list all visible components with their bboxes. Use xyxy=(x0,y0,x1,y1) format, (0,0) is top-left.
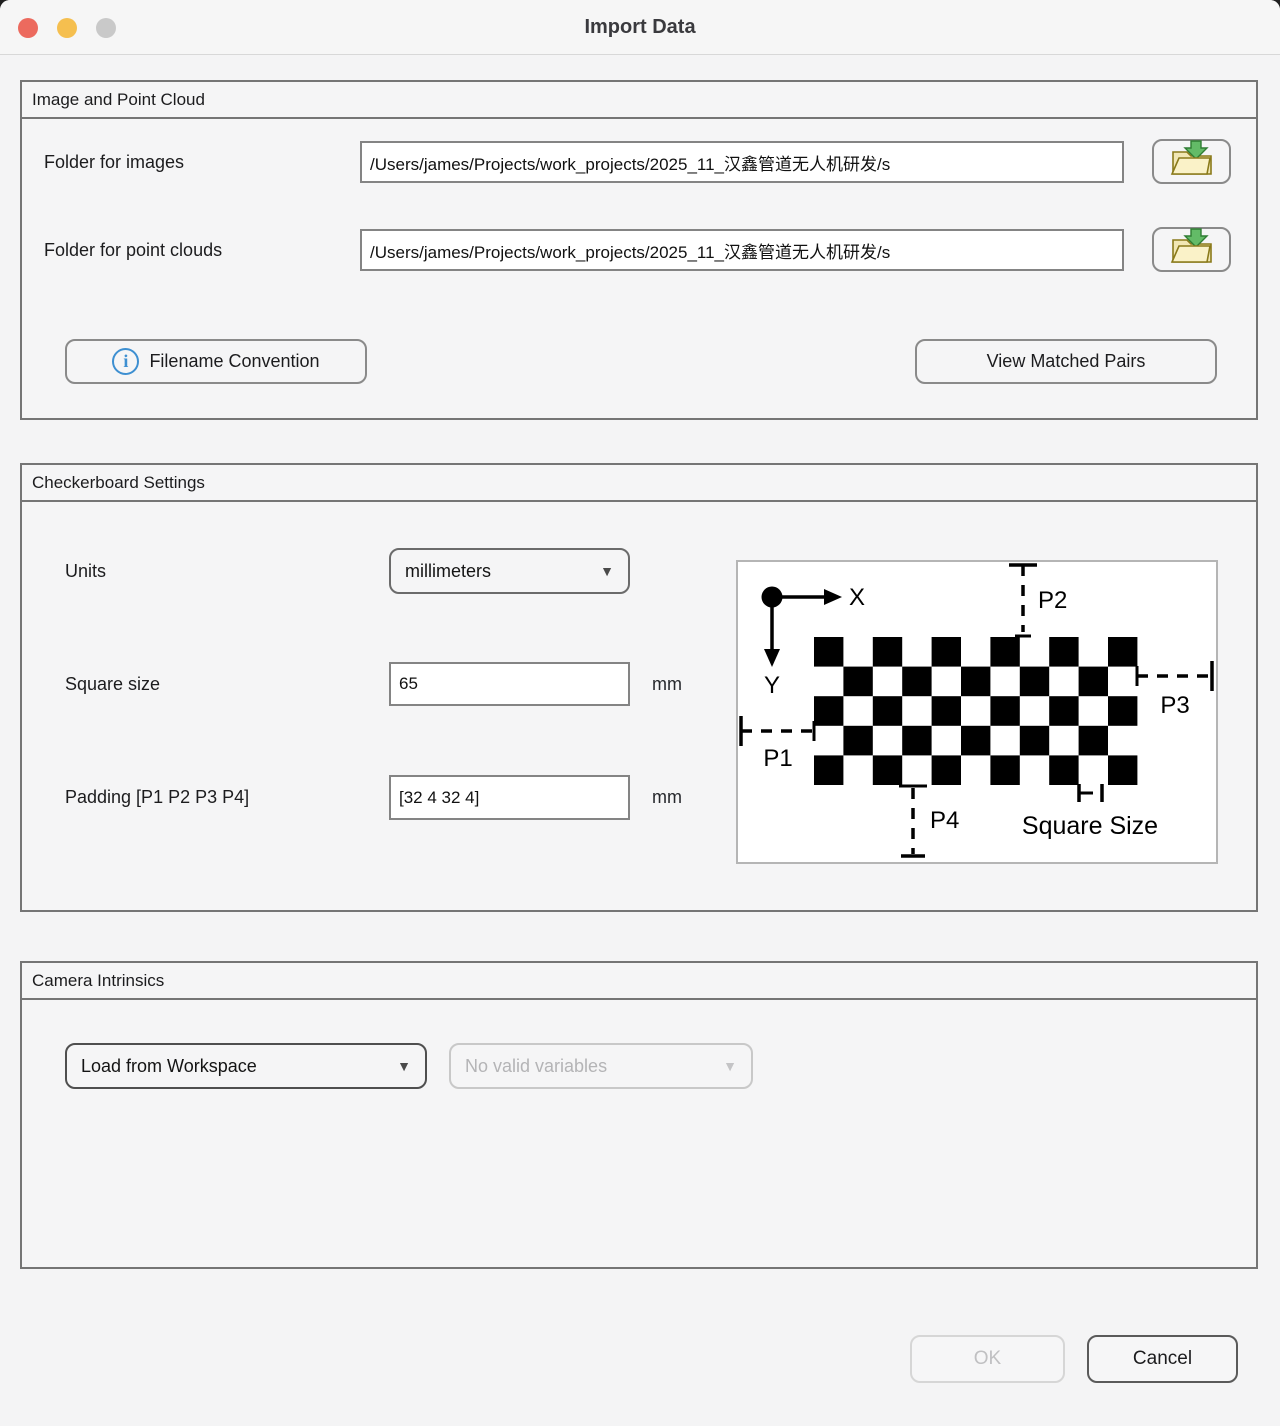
square-size-label: Square size xyxy=(65,662,160,706)
checkerboard-settings-panel: Checkerboard Settings Units millimeters … xyxy=(20,463,1258,912)
units-dropdown[interactable]: millimeters ▼ xyxy=(389,548,630,594)
chevron-down-icon: ▼ xyxy=(397,1058,411,1074)
folder-import-icon xyxy=(1169,139,1215,184)
info-icon: i xyxy=(112,348,139,375)
panel-title-checkerboard-settings: Checkerboard Settings xyxy=(22,465,1256,502)
intrinsics-source-value: Load from Workspace xyxy=(81,1056,257,1077)
folder-for-point-clouds-label: Folder for point clouds xyxy=(44,229,222,271)
image-point-cloud-panel: Image and Point Cloud Folder for images … xyxy=(20,80,1258,420)
diagram-x-axis-label: X xyxy=(849,584,865,611)
diagram-y-axis-label: Y xyxy=(764,672,780,699)
checkerboard-diagram: X Y P2 P3 P1 xyxy=(736,560,1218,864)
filename-convention-label: Filename Convention xyxy=(149,351,319,372)
folder-for-images-input[interactable] xyxy=(360,141,1124,183)
ok-button[interactable]: OK xyxy=(910,1335,1065,1383)
square-size-unit-label: mm xyxy=(652,662,682,706)
intrinsics-variables-value: No valid variables xyxy=(465,1056,607,1077)
diagram-p4-label: P4 xyxy=(930,807,959,834)
padding-label: Padding [P1 P2 P3 P4] xyxy=(65,775,249,820)
cancel-button-label: Cancel xyxy=(1133,1348,1192,1370)
padding-unit-label: mm xyxy=(652,775,682,820)
units-dropdown-value: millimeters xyxy=(405,561,491,582)
diagram-p2-label: P2 xyxy=(1038,587,1067,614)
window-title: Import Data xyxy=(0,0,1280,55)
intrinsics-source-dropdown[interactable]: Load from Workspace ▼ xyxy=(65,1043,427,1089)
browse-images-folder-button[interactable] xyxy=(1152,139,1231,184)
diagram-square-size-label: Square Size xyxy=(1022,812,1158,840)
checkerboard-diagram-svg: X Y P2 P3 P1 xyxy=(738,562,1216,862)
title-bar: Import Data xyxy=(0,0,1280,55)
import-data-dialog: Import Data Image and Point Cloud Folder… xyxy=(0,0,1280,1426)
folder-for-point-clouds-input[interactable] xyxy=(360,229,1124,271)
intrinsics-variables-dropdown[interactable]: No valid variables ▼ xyxy=(449,1043,753,1089)
units-label: Units xyxy=(65,548,106,594)
chevron-down-icon: ▼ xyxy=(600,563,614,579)
cancel-button[interactable]: Cancel xyxy=(1087,1335,1238,1383)
browse-point-clouds-folder-button[interactable] xyxy=(1152,227,1231,272)
folder-for-images-label: Folder for images xyxy=(44,141,184,183)
diagram-p1-label: P1 xyxy=(763,745,792,772)
square-size-input[interactable] xyxy=(389,662,630,706)
view-matched-pairs-button[interactable]: View Matched Pairs xyxy=(915,339,1217,384)
diagram-p3-label: P3 xyxy=(1160,692,1189,719)
view-matched-pairs-label: View Matched Pairs xyxy=(987,351,1146,372)
folder-import-icon xyxy=(1169,227,1215,272)
filename-convention-button[interactable]: i Filename Convention xyxy=(65,339,367,384)
chevron-down-icon: ▼ xyxy=(723,1058,737,1074)
camera-intrinsics-panel: Camera Intrinsics Load from Workspace ▼ … xyxy=(20,961,1258,1269)
panel-title-camera-intrinsics: Camera Intrinsics xyxy=(22,963,1256,1000)
padding-input[interactable] xyxy=(389,775,630,820)
panel-title-image-point-cloud: Image and Point Cloud xyxy=(22,82,1256,119)
ok-button-label: OK xyxy=(974,1348,1001,1370)
